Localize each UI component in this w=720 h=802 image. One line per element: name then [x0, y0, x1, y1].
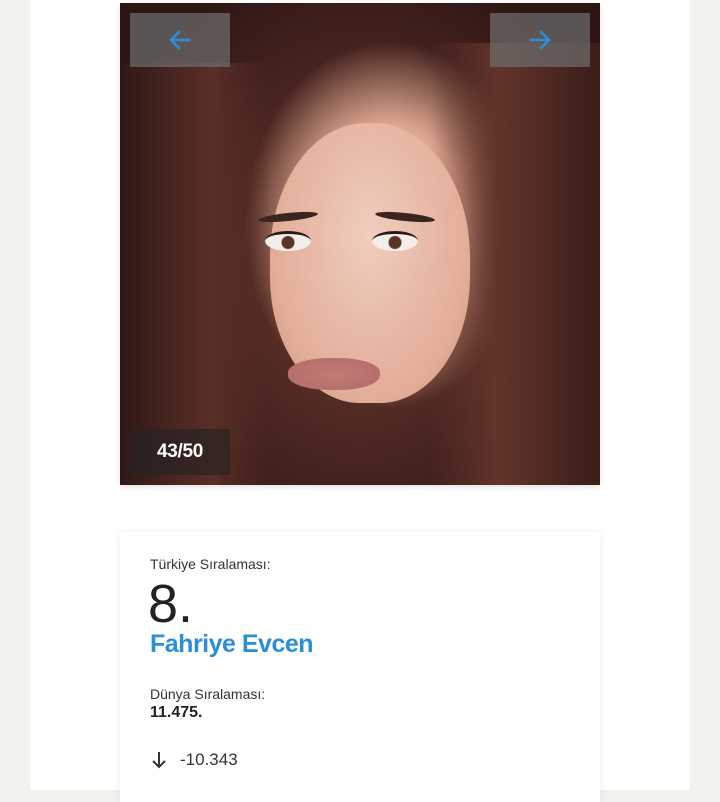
rank-change: -10.343 [150, 750, 238, 770]
photo-counter: 43/50 [130, 429, 230, 475]
page-container: 43/50 Türkiye Sıralaması: 8. Fahriye Evc… [30, 0, 690, 802]
celebrity-name[interactable]: Fahriye Evcen [150, 630, 314, 659]
previous-photo-button[interactable] [130, 13, 230, 67]
world-rank-label: Dünya Sıralaması: [150, 686, 266, 702]
arrow-right-icon [529, 30, 551, 50]
turkey-rank-label: Türkiye Sıralaması: [150, 556, 271, 572]
next-photo-button[interactable] [490, 13, 590, 67]
ranking-card: Türkiye Sıralaması: 8. Fahriye Evcen Dün… [120, 532, 600, 802]
photo-gallery: 43/50 [120, 3, 600, 485]
portrait-photo [120, 3, 600, 485]
turkey-rank-value: 8. [148, 574, 194, 634]
arrow-left-icon [169, 30, 191, 50]
arrow-down-icon [152, 752, 166, 769]
world-rank-value: 11.475. [150, 704, 203, 721]
rank-change-value: -10.343 [180, 750, 238, 769]
